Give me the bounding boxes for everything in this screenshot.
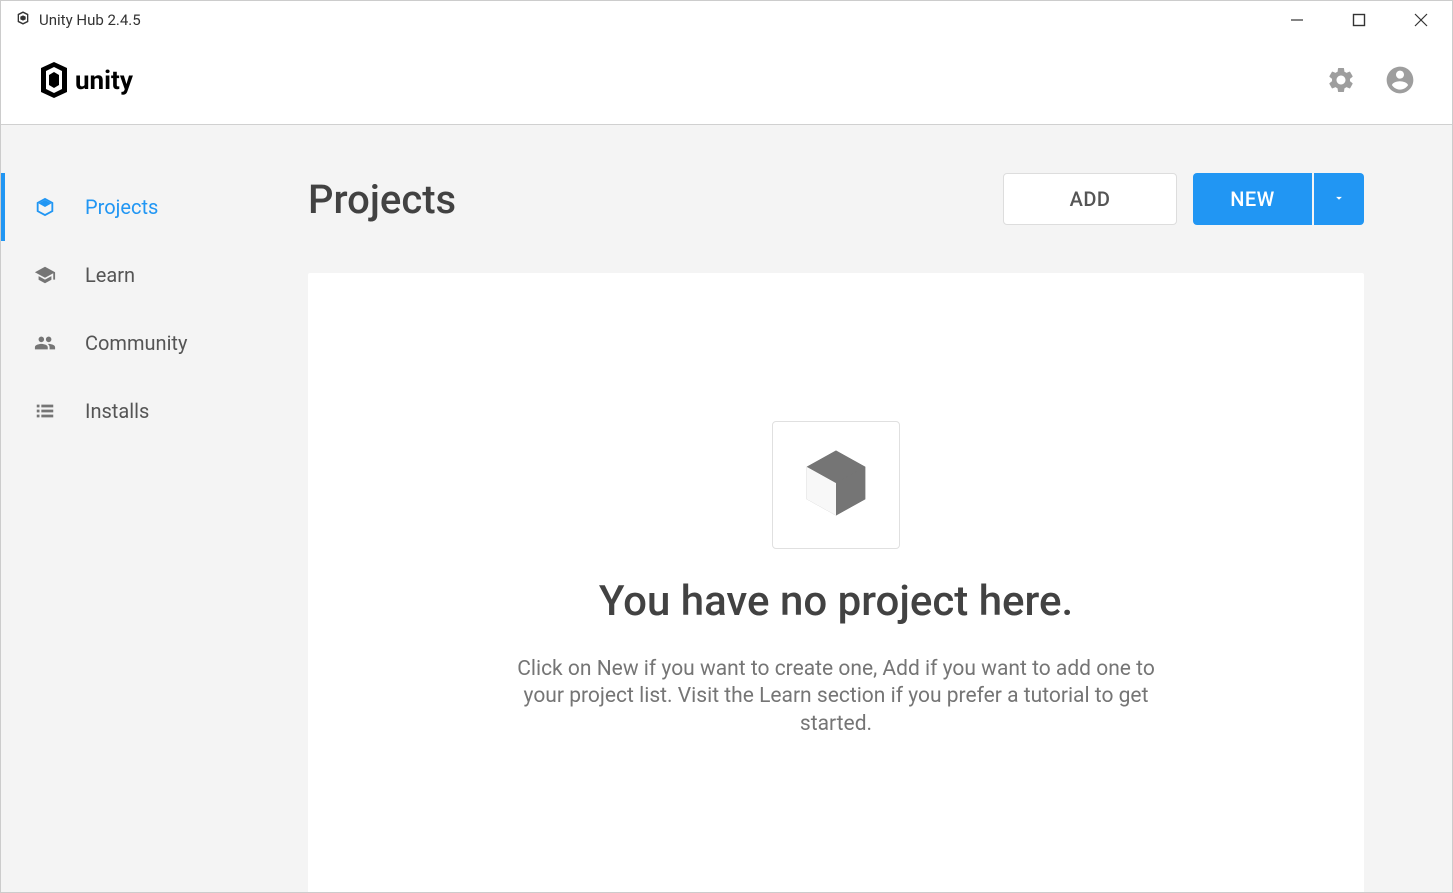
- action-buttons: ADD NEW: [1003, 173, 1364, 225]
- sidebar-item-projects[interactable]: Projects: [1, 173, 308, 241]
- cube-large-icon: [797, 444, 875, 526]
- unity-small-icon: [15, 10, 31, 30]
- unity-logo: unity: [37, 58, 157, 106]
- main: Projects ADD NEW: [308, 125, 1452, 892]
- empty-state-icon-box: [772, 421, 900, 549]
- sidebar: Projects Learn Community Installs: [1, 125, 308, 892]
- empty-state-description: Click on New if you want to create one, …: [516, 656, 1156, 738]
- sidebar-item-community[interactable]: Community: [1, 309, 308, 377]
- sidebar-item-label: Projects: [85, 195, 158, 219]
- main-header: Projects ADD NEW: [308, 173, 1364, 225]
- app-body: Projects Learn Community Installs Projec…: [1, 125, 1452, 892]
- minimize-button[interactable]: [1266, 1, 1328, 39]
- app-header: unity: [1, 39, 1452, 125]
- graduation-cap-icon: [33, 263, 57, 287]
- cube-icon: [33, 195, 57, 219]
- list-icon: [33, 399, 57, 423]
- titlebar: Unity Hub 2.4.5: [1, 1, 1452, 39]
- gear-icon[interactable]: [1326, 65, 1356, 99]
- page-title: Projects: [308, 176, 456, 223]
- new-dropdown-button[interactable]: [1314, 173, 1364, 225]
- empty-state-heading: You have no project here.: [599, 577, 1073, 626]
- sidebar-item-label: Learn: [85, 263, 135, 287]
- add-button-label: ADD: [1070, 187, 1111, 211]
- window-title: Unity Hub 2.4.5: [39, 11, 141, 29]
- maximize-button[interactable]: [1328, 1, 1390, 39]
- sidebar-item-learn[interactable]: Learn: [1, 241, 308, 309]
- svg-text:unity: unity: [75, 66, 134, 96]
- header-right: [1326, 64, 1416, 100]
- content-panel: You have no project here. Click on New i…: [308, 273, 1364, 892]
- titlebar-left: Unity Hub 2.4.5: [15, 10, 141, 30]
- sidebar-item-installs[interactable]: Installs: [1, 377, 308, 445]
- chevron-down-icon: [1332, 190, 1346, 209]
- new-button-group: NEW: [1193, 173, 1364, 225]
- people-icon: [33, 331, 57, 355]
- close-button[interactable]: [1390, 1, 1452, 39]
- new-button-label: NEW: [1230, 187, 1275, 211]
- account-icon[interactable]: [1384, 64, 1416, 100]
- new-button[interactable]: NEW: [1193, 173, 1312, 225]
- window-controls: [1266, 1, 1452, 39]
- sidebar-item-label: Installs: [85, 399, 149, 423]
- sidebar-item-label: Community: [85, 331, 187, 355]
- add-button[interactable]: ADD: [1003, 173, 1177, 225]
